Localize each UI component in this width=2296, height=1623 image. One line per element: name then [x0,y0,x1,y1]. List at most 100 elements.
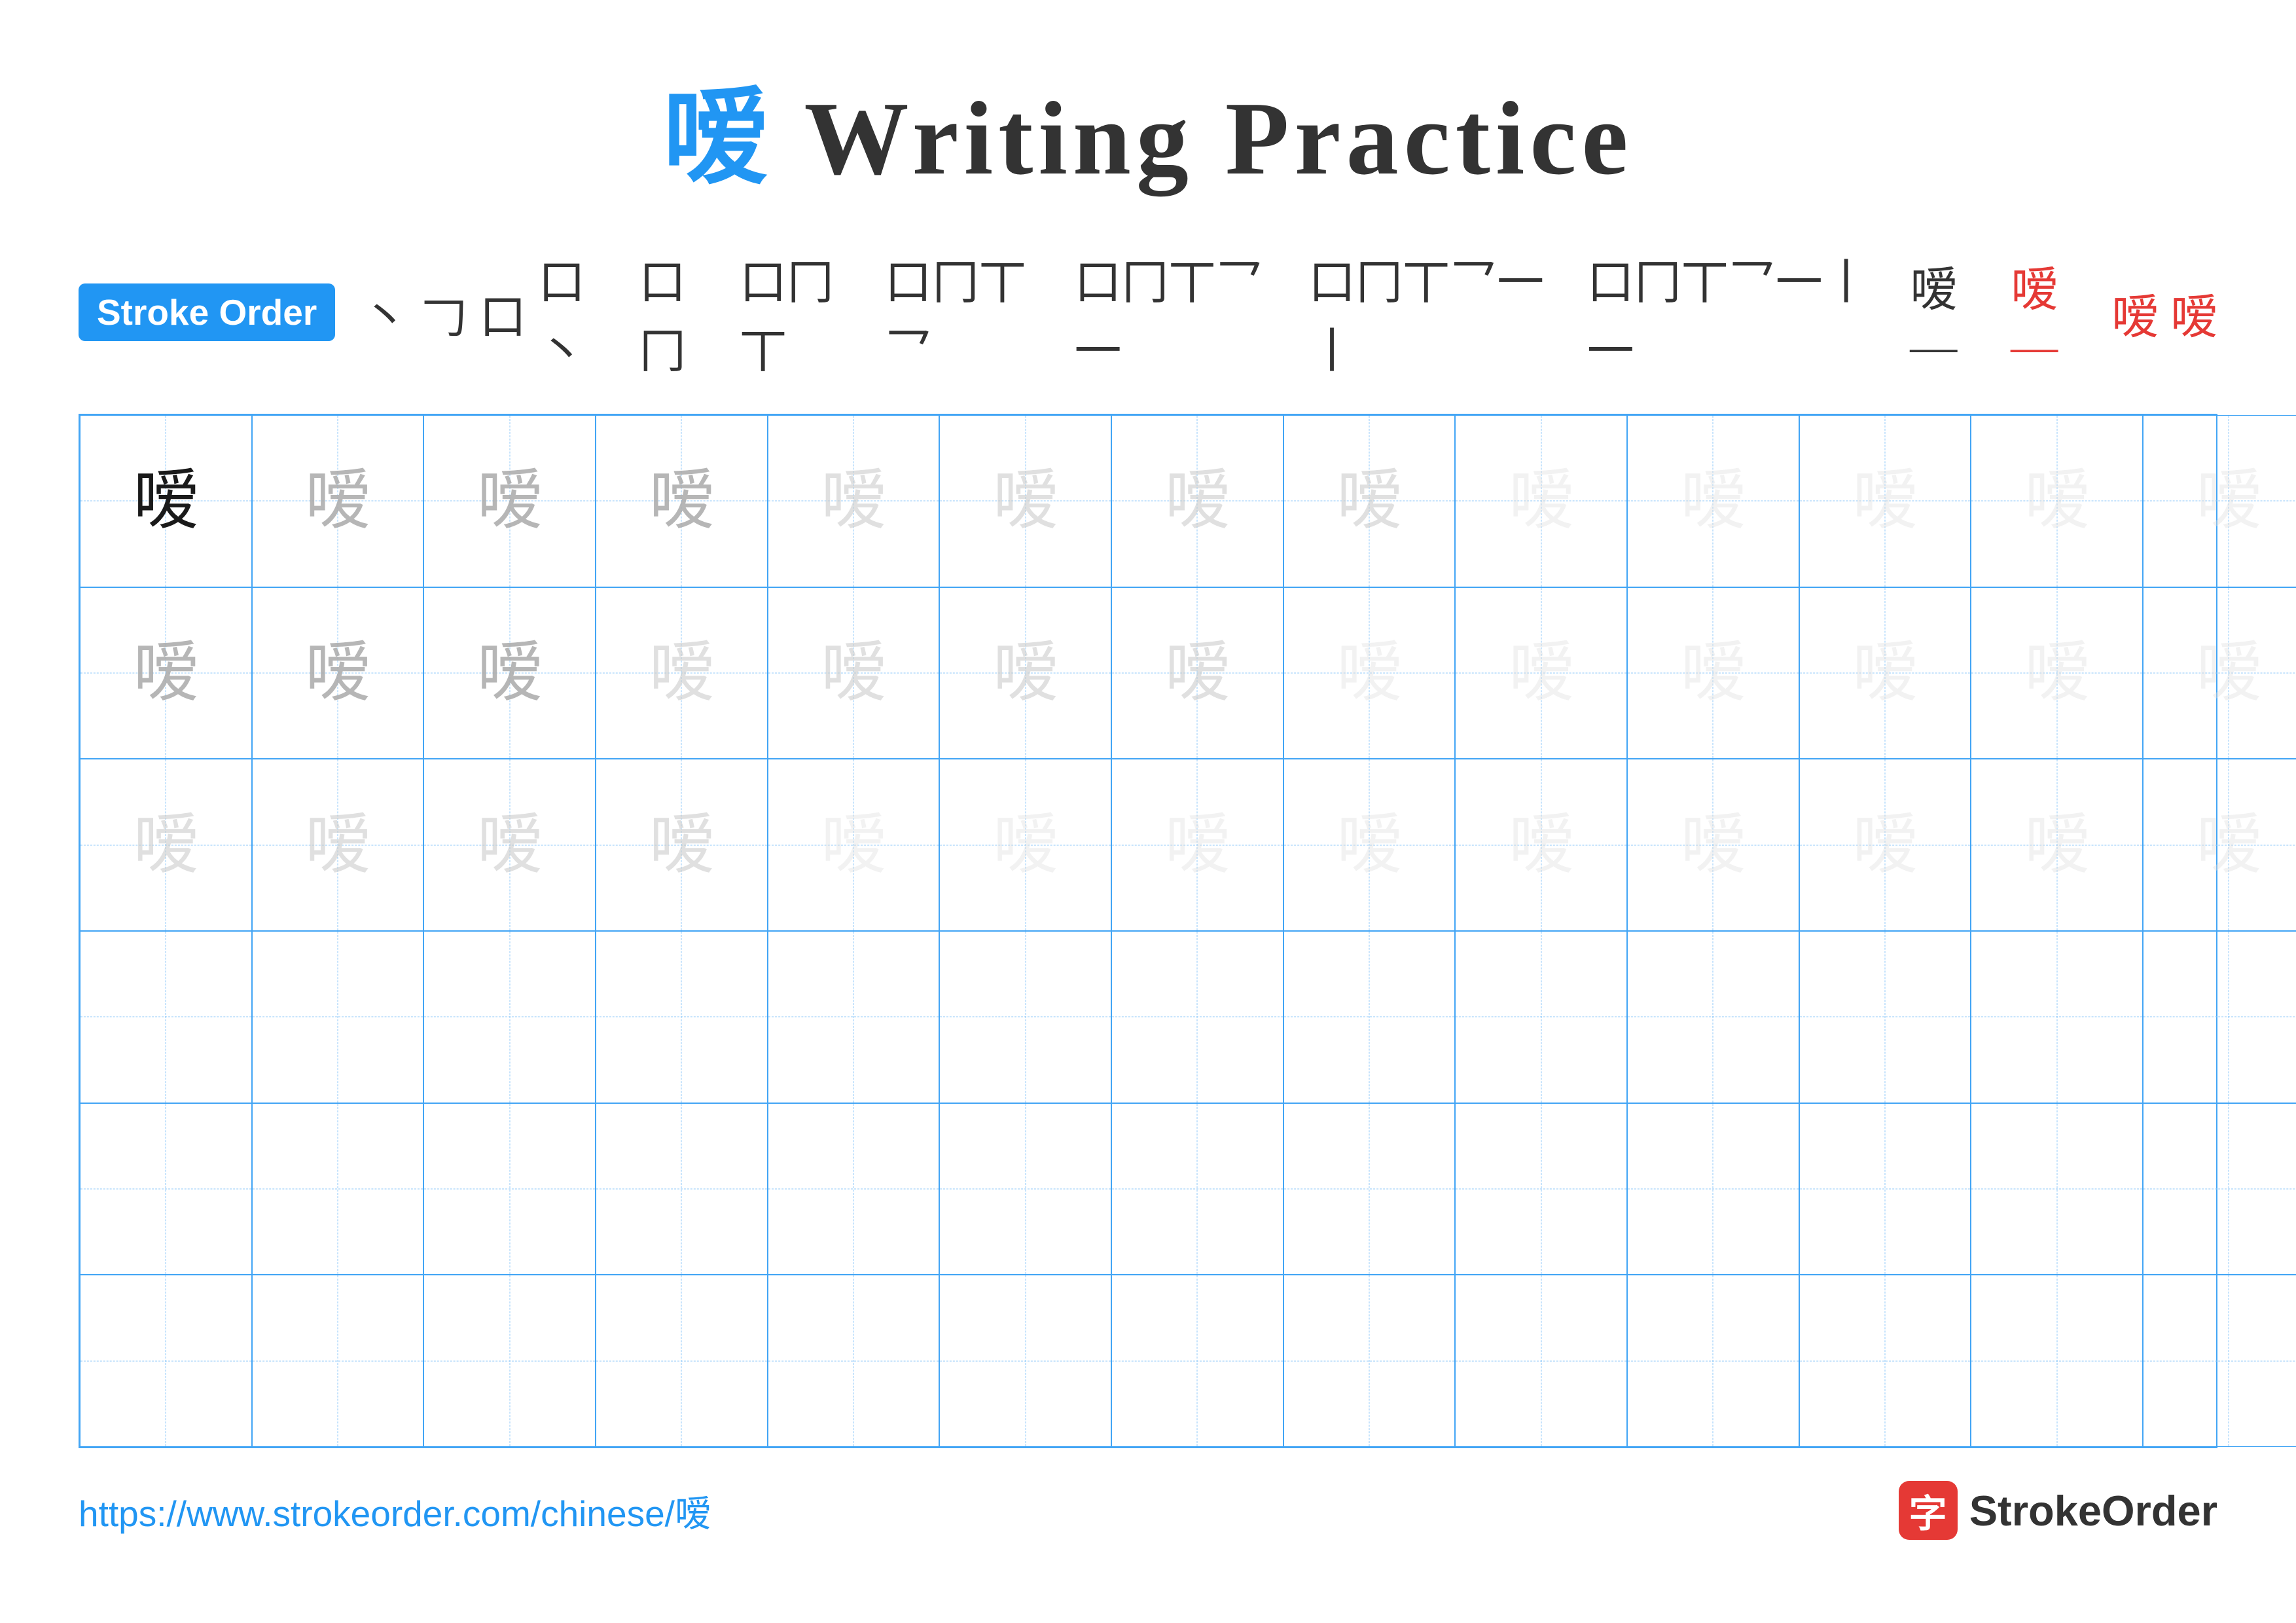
grid-cell-r1c13[interactable]: 嗳 [2143,415,2296,587]
grid-cell-r1c5[interactable]: 嗳 [768,415,940,587]
stroke-order-row: Stroke Order 丶 𠃌 口 口丶 口冂 口冂丅 口冂丅乛 口冂丅乛一 … [79,244,2217,381]
grid-cell-r1c8[interactable]: 嗳 [1283,415,1456,587]
grid-cell-r1c3[interactable]: 嗳 [423,415,596,587]
char-display: 嗳 [2024,812,2090,878]
grid-cell-r3c2[interactable]: 嗳 [252,759,424,931]
grid-cell-r4c4[interactable] [596,931,768,1103]
grid-cell-r2c9[interactable]: 嗳 [1455,587,1627,759]
grid-cell-r2c4[interactable]: 嗳 [596,587,768,759]
grid-cell-r1c10[interactable]: 嗳 [1627,415,1799,587]
grid-cell-r6c8[interactable] [1283,1275,1456,1447]
char-display: 嗳 [1336,468,1402,534]
grid-cell-r4c5[interactable] [768,931,940,1103]
char-display: 嗳 [649,468,714,534]
grid-cell-r3c11[interactable]: 嗳 [1799,759,1971,931]
grid-cell-r5c3[interactable] [423,1103,596,1275]
char-display: 嗳 [1164,812,1230,878]
char-display: 嗳 [1164,640,1230,706]
grid-cell-r4c12[interactable] [1971,931,2143,1103]
grid-cell-r4c7[interactable] [1111,931,1283,1103]
grid-cell-r3c9[interactable]: 嗳 [1455,759,1627,931]
grid-cell-r1c2[interactable]: 嗳 [252,415,424,587]
grid-cell-r1c7[interactable]: 嗳 [1111,415,1283,587]
grid-cell-r3c6[interactable]: 嗳 [939,759,1111,931]
grid-cell-r4c10[interactable] [1627,931,1799,1103]
grid-cell-r2c1[interactable]: 嗳 [80,587,252,759]
grid-cell-r3c3[interactable]: 嗳 [423,759,596,931]
grid-cell-r4c2[interactable] [252,931,424,1103]
grid-cell-r5c8[interactable] [1283,1103,1456,1275]
grid-cell-r6c13[interactable] [2143,1275,2296,1447]
char-display: 嗳 [993,640,1058,706]
grid-cell-r6c5[interactable] [768,1275,940,1447]
grid-cell-r5c2[interactable] [252,1103,424,1275]
grid-cell-r3c8[interactable]: 嗳 [1283,759,1456,931]
char-display: 嗳 [1680,640,1746,706]
char-display: 嗳 [2196,812,2261,878]
footer-url[interactable]: https://www.strokeorder.com/chinese/嗳 [79,1484,711,1537]
grid-cell-r4c1[interactable] [80,931,252,1103]
grid-cell-r6c6[interactable] [939,1275,1111,1447]
grid-cell-r2c13[interactable]: 嗳 [2143,587,2296,759]
grid-cell-r1c4[interactable]: 嗳 [596,415,768,587]
char-display: 嗳 [305,468,370,534]
grid-cell-r4c11[interactable] [1799,931,1971,1103]
grid-cell-r1c11[interactable]: 嗳 [1799,415,1971,587]
grid-cell-r5c5[interactable] [768,1103,940,1275]
stroke-6: 口冂丅 [740,244,873,381]
grid-cell-r3c1[interactable]: 嗳 [80,759,252,931]
grid-cell-r2c6[interactable]: 嗳 [939,587,1111,759]
char-display: 嗳 [305,812,370,878]
grid-cell-r1c6[interactable]: 嗳 [939,415,1111,587]
grid-cell-r3c12[interactable]: 嗳 [1971,759,2143,931]
char-display: 嗳 [1509,812,1574,878]
grid-cell-r2c8[interactable]: 嗳 [1283,587,1456,759]
grid-cell-r5c1[interactable] [80,1103,252,1275]
grid-cell-r3c7[interactable]: 嗳 [1111,759,1283,931]
grid-cell-r5c10[interactable] [1627,1103,1799,1275]
grid-cell-r6c12[interactable] [1971,1275,2143,1447]
grid-cell-r2c10[interactable]: 嗳 [1627,587,1799,759]
grid-cell-r5c4[interactable] [596,1103,768,1275]
char-display: 嗳 [1680,468,1746,534]
char-display: 嗳 [133,468,198,534]
grid-cell-r5c11[interactable] [1799,1103,1971,1275]
grid-cell-r5c12[interactable] [1971,1103,2143,1275]
grid-cell-r6c2[interactable] [252,1275,424,1447]
grid-cell-r3c13[interactable]: 嗳 [2143,759,2296,931]
grid-cell-r1c12[interactable]: 嗳 [1971,415,2143,587]
grid-cell-r6c7[interactable] [1111,1275,1283,1447]
grid-cell-r6c3[interactable] [423,1275,596,1447]
grid-cell-r2c7[interactable]: 嗳 [1111,587,1283,759]
grid-cell-r5c6[interactable] [939,1103,1111,1275]
grid-cell-r3c10[interactable]: 嗳 [1627,759,1799,931]
grid-cell-r6c4[interactable] [596,1275,768,1447]
grid-cell-r5c9[interactable] [1455,1103,1627,1275]
grid-cell-r3c5[interactable]: 嗳 [768,759,940,931]
char-display: 嗳 [1852,812,1918,878]
grid-cell-r4c8[interactable] [1283,931,1456,1103]
grid-cell-r6c11[interactable] [1799,1275,1971,1447]
stroke-11: 嗳— [1910,251,1999,374]
grid-cell-r2c3[interactable]: 嗳 [423,587,596,759]
grid-cell-r3c4[interactable]: 嗳 [596,759,768,931]
grid-cell-r1c1[interactable]: 嗳 [80,415,252,587]
grid-cell-r5c13[interactable] [2143,1103,2296,1275]
grid-cell-r4c3[interactable] [423,931,596,1103]
grid-cell-r2c5[interactable]: 嗳 [768,587,940,759]
stroke-5: 口冂 [639,244,728,381]
grid-cell-r2c12[interactable]: 嗳 [1971,587,2143,759]
grid-cell-r1c9[interactable]: 嗳 [1455,415,1627,587]
grid-cell-r4c9[interactable] [1455,931,1627,1103]
grid-cell-r4c13[interactable] [2143,931,2296,1103]
grid-cell-r4c6[interactable] [939,931,1111,1103]
grid-cell-r6c1[interactable] [80,1275,252,1447]
grid-cell-r2c11[interactable]: 嗳 [1799,587,1971,759]
grid-cell-r5c7[interactable] [1111,1103,1283,1275]
title-char: 嗳 [663,80,773,196]
footer: https://www.strokeorder.com/chinese/嗳 字 … [79,1481,2217,1540]
grid-cell-r2c2[interactable]: 嗳 [252,587,424,759]
grid-cell-r6c10[interactable] [1627,1275,1799,1447]
stroke-2: 𠃌 [420,278,467,347]
grid-cell-r6c9[interactable] [1455,1275,1627,1447]
